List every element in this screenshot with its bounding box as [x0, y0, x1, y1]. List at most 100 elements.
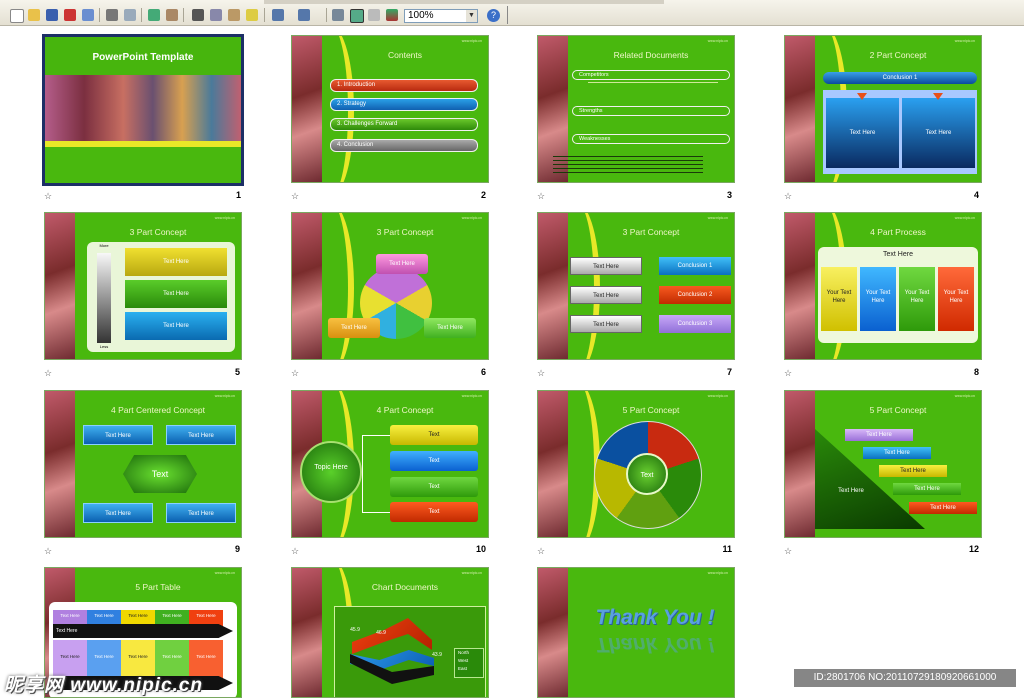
slide-number: 4	[973, 190, 979, 200]
slide-title: 5 Part Concept	[622, 405, 680, 415]
star-icon: ☆	[291, 191, 300, 201]
slide-number: 1	[235, 190, 241, 200]
new-icon[interactable]	[10, 9, 24, 23]
less-label: Less	[99, 344, 109, 349]
concept-header: Conclusion 1	[823, 72, 977, 84]
related-bullet: Strengths	[572, 106, 730, 116]
slide-number: 7	[726, 367, 732, 377]
copy-icon[interactable]	[210, 9, 222, 21]
process-box: Text Here	[570, 315, 642, 333]
slide-title: 4 Part Centered Concept	[110, 405, 206, 415]
slide-number: 11	[722, 544, 732, 554]
slide-title: 4 Part Concept	[376, 405, 434, 415]
center-circle: Text	[626, 453, 668, 495]
toolbar-separator	[326, 8, 327, 22]
site-watermark: 昵享网 www.nipic.cn	[4, 675, 203, 696]
concept-box: Text Here	[826, 98, 899, 168]
slide-thumbnail-12[interactable]: www.nipic.cn 5 Part Concept Text Here Te…	[784, 390, 982, 538]
paste-icon[interactable]	[228, 9, 240, 21]
concept-box: Text	[390, 502, 478, 522]
slide-title: Chart Documents	[371, 582, 439, 592]
zoom-select[interactable]: 100% ▼	[404, 9, 478, 23]
slide-title: PowerPoint Template	[92, 52, 194, 63]
conclusion-box: Conclusion 1	[659, 257, 731, 275]
slide-thumbnail-1[interactable]: PowerPoint Template	[42, 34, 244, 186]
color-grayscale-icon[interactable]	[386, 9, 398, 21]
slide-thumbnail-11[interactable]: www.nipic.cn 5 Part Concept Text	[537, 390, 735, 538]
slide-thumbnail-15[interactable]: www.nipic.cn Thank You ! Thank You !	[537, 567, 735, 698]
conclusion-box: Conclusion 3	[659, 315, 731, 333]
grid-icon[interactable]	[368, 9, 380, 21]
conclusion-box: Conclusion 2	[659, 286, 731, 304]
cut-icon[interactable]	[192, 9, 204, 21]
concept-layer: Text Here	[125, 312, 227, 340]
star-icon: ☆	[537, 191, 546, 201]
slide-number: 6	[480, 367, 486, 377]
slide-number: 12	[968, 544, 979, 554]
show-formatting-icon[interactable]	[350, 9, 364, 23]
toolbar-grip	[507, 6, 508, 24]
slide-thumbnail-2[interactable]: www.nipic.cn Contents 1. Introduction 2.…	[291, 35, 489, 183]
concept-box: Text Here	[166, 425, 236, 445]
slide-thumbnail-7[interactable]: www.nipic.cn 3 Part Concept Text Here Te…	[537, 212, 735, 360]
legend-item: North	[458, 650, 470, 655]
standard-toolbar: 100% ▼ ?	[0, 0, 1024, 26]
toolbar-separator	[99, 8, 100, 22]
help-icon[interactable]: ?	[487, 9, 500, 22]
redo-icon[interactable]	[298, 9, 310, 21]
star-icon: ☆	[291, 546, 300, 556]
slide-number: 2	[480, 190, 486, 200]
menu-strip	[264, 0, 664, 4]
chevron-down-icon[interactable]: ▼	[466, 10, 477, 22]
concept-box: Text Here	[83, 425, 153, 445]
spelling-icon[interactable]	[148, 9, 160, 21]
process-step: Your Text Here	[821, 267, 857, 331]
print-icon[interactable]	[106, 9, 118, 21]
toolbar-separator	[264, 8, 265, 22]
data-label: 43.9	[432, 652, 442, 658]
slide-thumbnail-4[interactable]: www.nipic.cn 2 Part Concept Conclusion 1…	[784, 35, 982, 183]
star-icon: ☆	[291, 368, 300, 378]
star-icon: ☆	[784, 546, 793, 556]
slide-thumbnail-5[interactable]: www.nipic.cn 3 Part Concept More Less Te…	[44, 212, 242, 360]
step-box: Text Here	[879, 465, 947, 477]
process-step: Your Text Here	[938, 267, 974, 331]
center-box: Text	[123, 455, 197, 493]
slide-thumbnail-14[interactable]: www.nipic.cn Chart Documents 45.9 46.9 4…	[291, 567, 489, 698]
step-box: Text Here	[845, 429, 913, 441]
slide-title: 2 Part Concept	[869, 50, 927, 60]
expand-all-icon[interactable]	[332, 9, 344, 21]
concept-layer: Text Here	[125, 280, 227, 308]
slide-title: 3 Part Concept	[129, 227, 187, 237]
contents-item: 2. Strategy	[330, 98, 478, 111]
format-painter-icon[interactable]	[246, 9, 258, 21]
email-icon[interactable]	[82, 9, 94, 21]
concept-box: Text	[390, 477, 478, 497]
slide-title: 5 Part Concept	[869, 405, 927, 415]
research-icon[interactable]	[166, 9, 178, 21]
star-icon: ☆	[44, 546, 53, 556]
save-icon[interactable]	[46, 9, 58, 21]
toolbar-separator	[183, 8, 184, 22]
print-preview-icon[interactable]	[124, 9, 136, 21]
concept-box: Text	[390, 451, 478, 471]
table-row-arrow: Text Here	[53, 624, 233, 638]
slide-title: 5 Part Table	[135, 582, 181, 592]
star-icon: ☆	[537, 546, 546, 556]
process-step: Your Text Here	[899, 267, 935, 331]
thank-you-reflection: Thank You !	[595, 633, 715, 656]
toolbar-separator	[141, 8, 142, 22]
topic-circle: Topic Here	[300, 441, 362, 503]
open-icon[interactable]	[28, 9, 40, 21]
process-header: Text Here	[883, 251, 913, 258]
slide-thumbnail-9[interactable]: www.nipic.cn 4 Part Centered Concept Tex…	[44, 390, 242, 538]
slide-thumbnail-3[interactable]: www.nipic.cn Related Documents Competito…	[537, 35, 735, 183]
concept-box: Text Here	[902, 98, 975, 168]
concept-layer: Text Here	[125, 248, 227, 276]
process-box: Text Here	[570, 286, 642, 304]
slide-thumbnail-10[interactable]: www.nipic.cn 4 Part Concept Topic Here T…	[291, 390, 489, 538]
slide-thumbnail-8[interactable]: www.nipic.cn 4 Part Process Text Here Yo…	[784, 212, 982, 360]
undo-icon[interactable]	[272, 9, 284, 21]
permission-icon[interactable]	[64, 9, 76, 21]
slide-thumbnail-6[interactable]: www.nipic.cn 3 Part Concept Text Here Te…	[291, 212, 489, 360]
